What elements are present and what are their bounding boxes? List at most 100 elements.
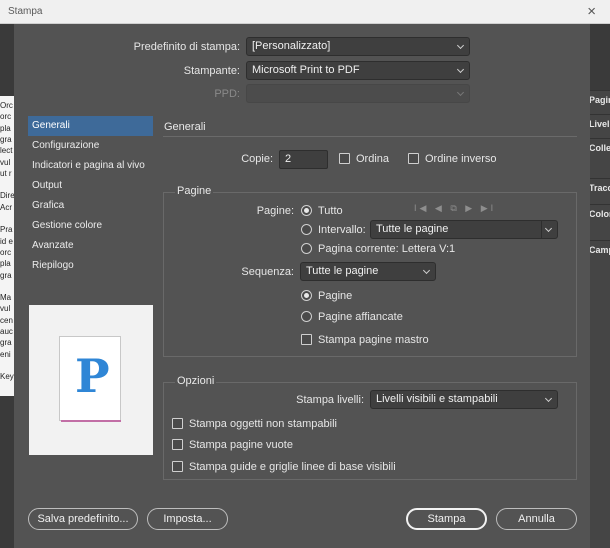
background-text-line: orc: [0, 112, 12, 122]
collate-label: Ordina: [356, 153, 390, 165]
printer-select-value: Microsoft Print to PDF: [252, 64, 360, 76]
layers-select[interactable]: Livelli visibili e stampabili: [370, 390, 558, 409]
reverse-order-label: Ordine inverso: [425, 153, 497, 165]
section-title-generali: Generali: [164, 121, 206, 133]
close-icon[interactable]: ×: [587, 3, 596, 21]
pages-option-label: Pagine: [318, 290, 353, 302]
all-pages-label: Tutto: [318, 205, 343, 217]
reverse-order-checkbox[interactable]: [408, 153, 419, 164]
background-text-line: ut r: [0, 168, 12, 178]
background-text-line: pla: [0, 123, 11, 133]
guides-grids-checkbox[interactable]: [172, 461, 183, 472]
chevron-down-icon: [422, 266, 431, 275]
range-select-value: Tutte le pagine: [376, 223, 449, 235]
dialog-title: Stampa: [8, 6, 43, 17]
print-button[interactable]: Stampa: [406, 508, 487, 530]
section-divider: [163, 136, 577, 137]
blank-pages-label: Stampa pagine vuote: [189, 439, 293, 451]
master-pages-checkbox[interactable]: [301, 334, 312, 345]
radio-all-pages[interactable]: [301, 205, 312, 216]
chevron-down-icon: [544, 224, 553, 233]
background-panel-item: Camp: [589, 240, 610, 262]
background-text-line: Dire: [0, 191, 14, 201]
sequence-select[interactable]: Tutte le pagine: [300, 262, 436, 281]
blank-pages-checkbox[interactable]: [172, 439, 183, 450]
preset-label: Predefinito di stampa:: [133, 41, 240, 53]
background-text-line: vul: [0, 157, 11, 167]
sequence-select-value: Tutte le pagine: [306, 265, 379, 277]
nav-item-generali[interactable]: Generali: [28, 116, 153, 136]
ppd-label: PPD:: [214, 88, 240, 100]
background-text-line: vul: [0, 304, 11, 314]
printer-label: Stampante:: [183, 65, 240, 77]
nav-item-gestione-colore[interactable]: Gestione colore: [28, 216, 153, 236]
copies-input[interactable]: 2: [279, 150, 328, 169]
nav-item-configurazione[interactable]: Configurazione: [28, 136, 153, 156]
preview-page-letter: P: [75, 349, 110, 403]
preset-select-value: [Personalizzato]: [252, 40, 331, 52]
current-page-label: Pagina corrente: Lettera V:1: [318, 243, 456, 255]
background-text-line: eni: [0, 349, 11, 359]
nonprinting-objects-label: Stampa oggetti non stampabili: [189, 418, 337, 430]
background-panel-item: Colle: [589, 138, 610, 160]
select-divider: [541, 221, 542, 238]
preview-page-edge: [61, 420, 121, 422]
printer-select[interactable]: Microsoft Print to PDF: [246, 61, 470, 80]
category-list: Generali Configurazione Indicatori e pag…: [28, 116, 153, 296]
background-panel-item: Pagin: [589, 90, 610, 112]
background-text-line: orc: [0, 247, 12, 257]
radio-spreads[interactable]: [301, 311, 312, 322]
background-text-line: Pra: [0, 225, 13, 235]
background-text-line: Acr: [0, 202, 12, 212]
nav-item-grafica[interactable]: Grafica: [28, 196, 153, 216]
background-text-line: pla: [0, 259, 11, 269]
pages-label: Pagine:: [256, 205, 294, 217]
section-title-pagine: Pagine: [175, 185, 214, 197]
chevron-down-icon: [456, 65, 465, 74]
ppd-select: [246, 84, 470, 103]
radio-pages[interactable]: [301, 290, 312, 301]
nav-item-riepilogo[interactable]: Riepilogo: [28, 256, 153, 276]
copies-label: Copie:: [241, 153, 273, 165]
nonprinting-objects-checkbox[interactable]: [172, 418, 183, 429]
nav-item-indicatori[interactable]: Indicatori e pagina al vivo: [28, 156, 153, 176]
background-text-line: id e: [0, 236, 13, 246]
background-panel-list: PaginLivelliColle Tracc Color Camp: [589, 90, 610, 548]
setup-button[interactable]: Imposta...: [147, 508, 228, 530]
background-text-line: gra: [0, 134, 12, 144]
background-text-line: lect: [0, 146, 13, 156]
guides-grids-label: Stampa guide e griglie linee di base vis…: [189, 461, 396, 473]
background-text-line: gra: [0, 338, 12, 348]
preset-select[interactable]: [Personalizzato]: [246, 37, 470, 56]
chevron-down-icon: [456, 41, 465, 50]
spreads-option-label: Pagine affiancate: [318, 311, 403, 323]
range-label: Intervallo:: [318, 224, 366, 236]
background-text-line: Orc: [0, 101, 13, 110]
background-text-line: Key: [0, 372, 14, 382]
dialog-title-bar: Stampa ×: [0, 0, 610, 24]
chevron-down-icon: [544, 394, 553, 403]
sequence-label: Sequenza:: [241, 266, 294, 278]
background-text-line: auc: [0, 327, 13, 336]
background-document-text: Orc orc pla gra lect vul ut r Dire Acr Pra id e orc…: [0, 96, 14, 396]
radio-current-page[interactable]: [301, 243, 312, 254]
background-text-line: Ma: [0, 293, 12, 303]
range-select[interactable]: Tutte le pagine: [370, 220, 558, 239]
section-title-opzioni: Opzioni: [175, 375, 217, 387]
nav-item-output[interactable]: Output: [28, 176, 153, 196]
background-panel-item: Color: [589, 204, 610, 226]
layers-label: Stampa livelli:: [296, 394, 364, 406]
page-navigation-icons: I◀ ◀ ⧉ ▶ ▶I: [414, 203, 497, 213]
background-text-line: gra: [0, 270, 12, 280]
nav-item-avanzate[interactable]: Avanzate: [28, 236, 153, 256]
master-pages-label: Stampa pagine mastro: [318, 334, 429, 346]
collate-checkbox[interactable]: [339, 153, 350, 164]
radio-range[interactable]: [301, 224, 312, 235]
layers-select-value: Livelli visibili e stampabili: [376, 393, 498, 405]
background-text-line: cen: [0, 315, 13, 325]
background-panel-item: Tracc: [589, 178, 610, 200]
cancel-button[interactable]: Annulla: [496, 508, 577, 530]
save-preset-button[interactable]: Salva predefinito...: [28, 508, 138, 530]
background-panel-item: Livelli: [589, 114, 610, 136]
chevron-down-icon: [456, 88, 465, 97]
